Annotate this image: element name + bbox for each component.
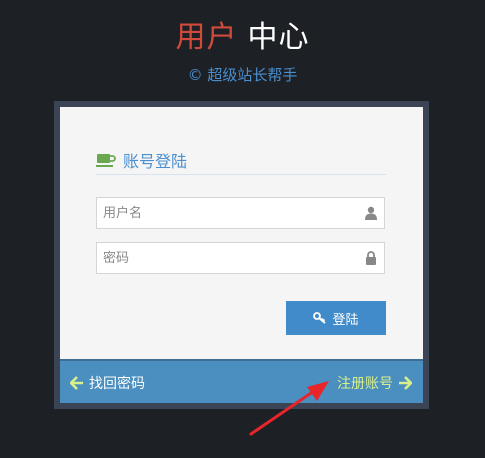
- forgot-password-link[interactable]: 找回密码: [70, 373, 145, 393]
- lock-icon: [366, 251, 376, 265]
- username-input[interactable]: [97, 198, 364, 228]
- password-input[interactable]: [97, 243, 364, 273]
- user-icon: [365, 206, 377, 220]
- username-field[interactable]: [96, 197, 385, 229]
- login-heading: 账号登陆: [96, 146, 386, 175]
- login-button[interactable]: 登陆: [286, 301, 386, 335]
- page-title: 用户 中心: [0, 18, 485, 58]
- page-subtitle: © 超级站长帮手: [187, 66, 298, 84]
- password-field[interactable]: [96, 242, 385, 274]
- red-pointer-arrow: [249, 381, 329, 436]
- login-footer-bar: 找回密码 注册账号: [60, 359, 423, 403]
- register-label: 注册账号: [337, 376, 393, 392]
- arrow-right-icon: [399, 376, 412, 390]
- title-part-2: 中心: [247, 20, 310, 55]
- login-button-label: 登陆: [332, 312, 359, 328]
- forgot-password-label: 找回密码: [89, 376, 145, 392]
- key-icon: [313, 312, 327, 324]
- coffee-icon: [96, 154, 116, 167]
- register-link[interactable]: 注册账号: [337, 373, 412, 393]
- arrow-left-icon: [70, 376, 83, 390]
- login-heading-label: 账号登陆: [123, 152, 188, 171]
- title-part-1: 用户: [175, 20, 238, 55]
